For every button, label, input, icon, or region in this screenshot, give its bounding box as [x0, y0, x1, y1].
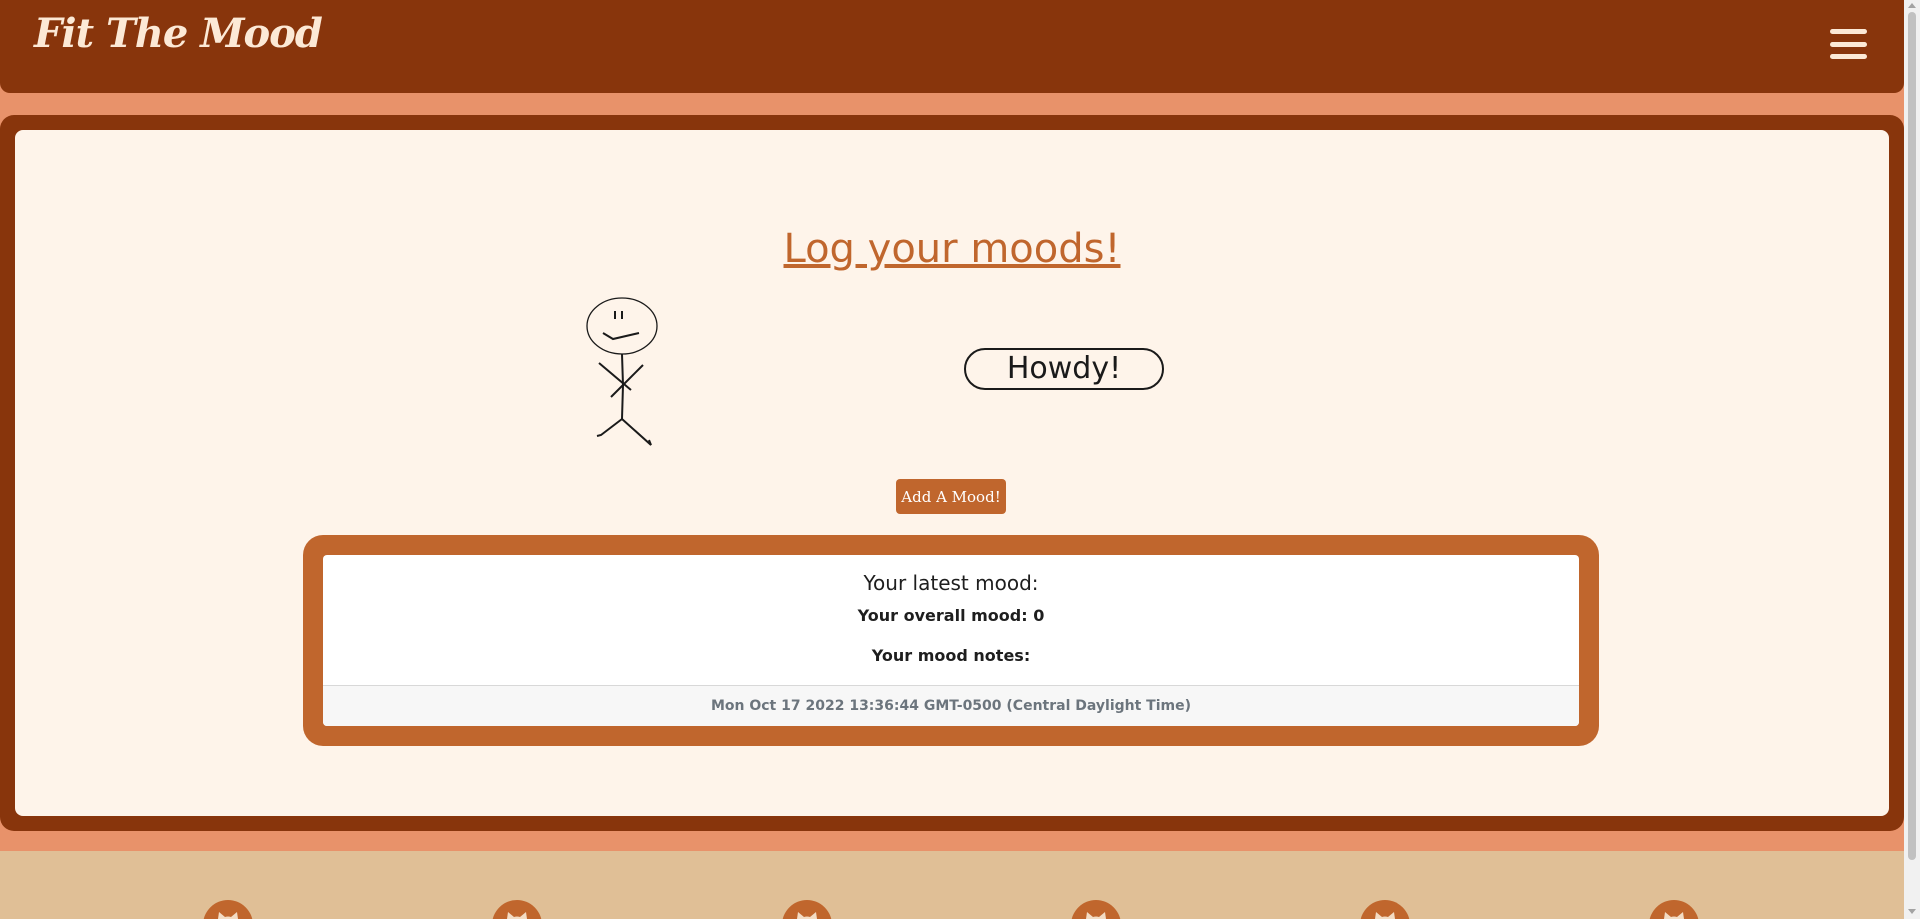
overall-mood: Your overall mood: 0 — [323, 606, 1579, 625]
github-icon[interactable] — [782, 900, 832, 919]
navbar: Fit The Mood — [0, 0, 1904, 93]
github-icon[interactable] — [1360, 900, 1410, 919]
vertical-scrollbar[interactable] — [1904, 0, 1920, 919]
hamburger-menu-icon[interactable] — [1830, 29, 1867, 59]
brand-logo[interactable]: Fit The Mood — [34, 10, 323, 57]
app-viewport: Fit The Mood Log your moods! Howdy! Add — [0, 0, 1904, 919]
mood-timestamp: Mon Oct 17 2022 13:36:44 GMT-0500 (Centr… — [323, 685, 1579, 726]
latest-mood-card: Your latest mood: Your overall mood: 0 Y… — [323, 555, 1579, 726]
stick-figure-arm — [610, 364, 644, 398]
mood-notes-label: Your mood notes: — [871, 646, 1031, 665]
stick-figure-image — [586, 297, 658, 446]
latest-mood-frame: Your latest mood: Your overall mood: 0 Y… — [303, 535, 1599, 746]
main-panel: Log your moods! Howdy! Add A Mood! Your … — [15, 130, 1889, 816]
overall-mood-value: 0 — [1033, 606, 1045, 625]
scroll-up-arrow[interactable] — [1908, 3, 1916, 8]
speech-bubble: Howdy! — [964, 348, 1164, 390]
menu-bar — [1830, 29, 1867, 34]
scrollbar-thumb[interactable] — [1908, 12, 1916, 860]
stick-figure-leg — [596, 418, 623, 437]
github-icon[interactable] — [203, 900, 253, 919]
github-icon[interactable] — [1071, 900, 1121, 919]
stick-figure-smile — [602, 332, 640, 341]
menu-bar — [1830, 41, 1867, 47]
stick-figure-leg — [621, 418, 652, 446]
add-mood-button[interactable]: Add A Mood! — [896, 479, 1006, 514]
latest-mood-title: Your latest mood: — [863, 571, 1039, 595]
stick-figure-head — [586, 297, 658, 355]
github-icon[interactable] — [492, 900, 542, 919]
main-frame: Log your moods! Howdy! Add A Mood! Your … — [0, 115, 1904, 831]
overall-mood-label: Your overall mood: — [857, 606, 1028, 625]
stick-figure-arm — [598, 362, 632, 391]
github-icon[interactable] — [1649, 900, 1699, 919]
page-title-link[interactable]: Log your moods! — [15, 226, 1889, 272]
footer — [0, 851, 1904, 919]
scroll-down-arrow[interactable] — [1908, 909, 1916, 914]
menu-bar — [1830, 54, 1867, 59]
